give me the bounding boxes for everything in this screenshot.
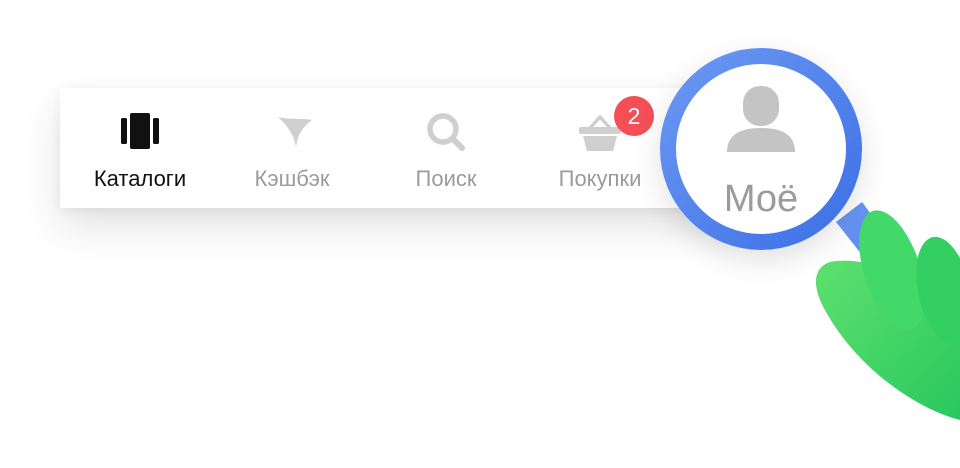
search-icon — [422, 108, 470, 156]
tab-catalogs[interactable]: Каталоги — [60, 88, 220, 208]
tab-purchases-label: Покупки — [558, 166, 642, 191]
tab-search-label: Поиск — [415, 166, 477, 191]
tab-search[interactable]: Поиск — [366, 88, 526, 208]
tab-my-label: Моё — [723, 178, 799, 220]
tab-cashback[interactable]: Кэшбэк — [212, 88, 372, 208]
tab-cashback-label: Кэшбэк — [254, 166, 330, 191]
profile-magnifier[interactable]: Моё — [660, 48, 862, 250]
tab-catalogs-label: Каталоги — [93, 166, 187, 191]
user-icon — [723, 82, 799, 158]
catalogs-icon — [116, 108, 164, 156]
tab-purchases[interactable]: 2 Покупки — [520, 88, 680, 208]
cart-count-badge: 2 — [614, 96, 654, 136]
bottom-tab-bar: Каталоги Кэшбэк Поиск 2 Покупки — [60, 88, 740, 208]
cashback-icon — [268, 108, 316, 156]
